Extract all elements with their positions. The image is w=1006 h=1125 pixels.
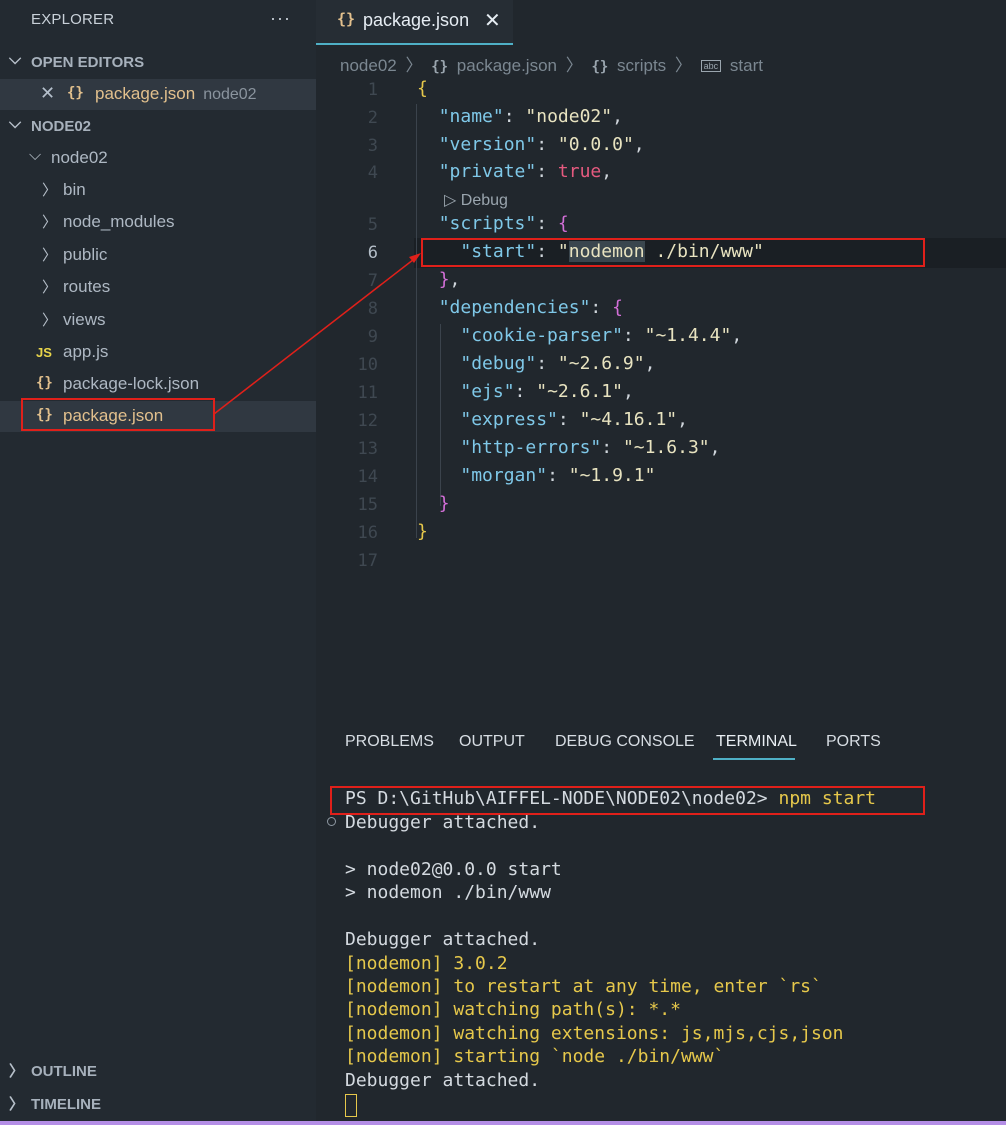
status-bar xyxy=(0,1121,1006,1125)
terminal-line: Debugger attached. xyxy=(345,929,541,950)
terminal-line: > node02@0.0.0 start xyxy=(345,859,562,880)
tab-output[interactable]: OUTPUT xyxy=(459,733,525,751)
terminal-line: [nodemon] to restart at any time, enter … xyxy=(345,976,822,997)
command-status-icon xyxy=(327,817,336,826)
terminal-line: Debugger attached. xyxy=(345,1070,541,1091)
terminal-line: > nodemon ./bin/www xyxy=(345,882,551,903)
panel-tab-bar: PROBLEMS OUTPUT DEBUG CONSOLE TERMINAL P… xyxy=(316,720,1006,765)
terminal-cursor xyxy=(345,1094,357,1118)
terminal-line: [nodemon] watching extensions: js,mjs,cj… xyxy=(345,1023,844,1044)
tab-debug-console[interactable]: DEBUG CONSOLE xyxy=(555,733,695,751)
annotation-box-npm-start xyxy=(330,786,925,815)
terminal-line: [nodemon] 3.0.2 xyxy=(345,953,508,974)
terminal-line: [nodemon] starting `node ./bin/www` xyxy=(345,1046,725,1067)
tab-problems[interactable]: PROBLEMS xyxy=(345,733,434,751)
tab-ports[interactable]: PORTS xyxy=(826,733,881,751)
terminal-line: Debugger attached. xyxy=(345,812,541,833)
terminal-line: [nodemon] watching path(s): *.* xyxy=(345,999,681,1020)
active-tab-indicator xyxy=(713,758,795,760)
tab-terminal[interactable]: TERMINAL xyxy=(716,733,797,751)
